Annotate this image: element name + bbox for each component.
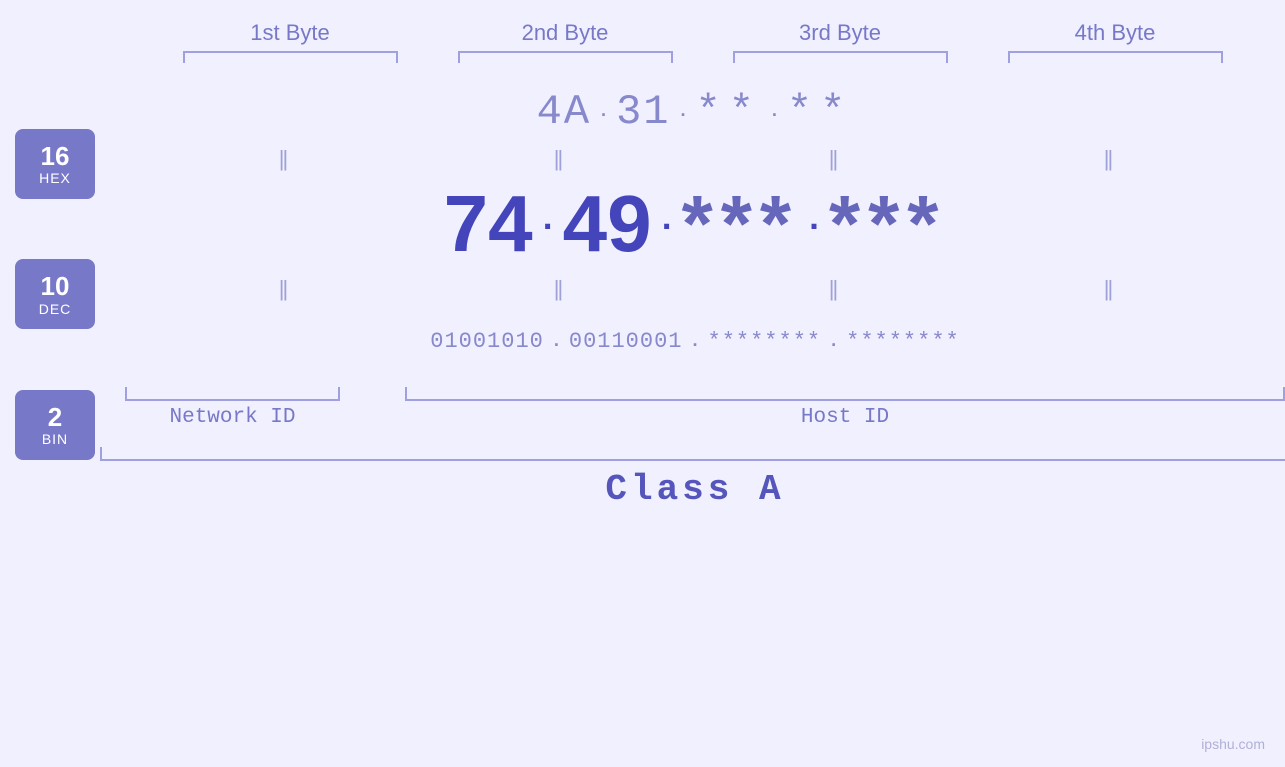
network-bracket-wrap bbox=[95, 387, 370, 401]
bin-val-3: ******** bbox=[708, 329, 822, 354]
equals-row-2: || || || || bbox=[95, 274, 1285, 304]
bracket-byte2 bbox=[428, 51, 703, 69]
eq2-cell-1: || bbox=[145, 276, 420, 302]
eq-cell-3: || bbox=[695, 146, 970, 172]
bin-badge: 2 BIN bbox=[15, 390, 95, 460]
hex-val-3: ** bbox=[696, 88, 762, 136]
class-bracket-line bbox=[100, 447, 1285, 461]
main-container: 1st Byte 2nd Byte 3rd Byte 4th Byte 16 H… bbox=[0, 0, 1285, 767]
id-bracket-container bbox=[95, 387, 1285, 401]
eq2-cell-3: || bbox=[695, 276, 970, 302]
dec-badge: 10 DEC bbox=[15, 259, 95, 329]
equals2-1: || bbox=[279, 276, 286, 302]
dec-row: 74 . 49 . *** . *** bbox=[95, 174, 1285, 274]
eq-cell-2: || bbox=[420, 146, 695, 172]
equals2-2: || bbox=[554, 276, 561, 302]
dec-val-3: *** bbox=[682, 178, 799, 270]
dec-val-4: *** bbox=[829, 178, 946, 270]
equals-1: || bbox=[279, 146, 286, 172]
eq2-cell-4: || bbox=[970, 276, 1245, 302]
bin-base-num: 2 bbox=[48, 403, 62, 432]
equals2-4: || bbox=[1104, 276, 1111, 302]
sep-dot-dec-1: . bbox=[533, 200, 563, 240]
byte4-header: 4th Byte bbox=[978, 20, 1253, 46]
bracket-byte1 bbox=[153, 51, 428, 69]
host-bracket-line bbox=[405, 387, 1285, 401]
sep-dot-bin-1: . bbox=[544, 332, 569, 352]
equals-4: || bbox=[1104, 146, 1111, 172]
hex-base-label: HEX bbox=[39, 170, 71, 186]
sep-dot-bin-2: . bbox=[683, 332, 708, 352]
equals-2: || bbox=[554, 146, 561, 172]
hex-base-num: 16 bbox=[41, 142, 70, 171]
byte1-header: 1st Byte bbox=[153, 20, 428, 46]
dec-base-label: DEC bbox=[39, 301, 72, 317]
id-labels-row: Network ID Host ID bbox=[95, 406, 1285, 429]
hex-val-4: ** bbox=[787, 88, 853, 136]
bin-base-label: BIN bbox=[42, 431, 68, 447]
equals-row-1: || || || || bbox=[95, 144, 1285, 174]
hex-row: 4A . 31 . ** . ** bbox=[95, 79, 1285, 144]
bin-val-1: 01001010 bbox=[430, 329, 544, 354]
equals-3: || bbox=[829, 146, 836, 172]
bin-row: 01001010 . 00110001 . ******** . *******… bbox=[95, 304, 1285, 379]
main-data-area: 16 HEX 10 DEC 2 BIN 4A . 31 . ** bbox=[0, 79, 1285, 510]
base-labels-column: 16 HEX 10 DEC 2 BIN bbox=[0, 79, 95, 510]
class-bracket-container bbox=[95, 447, 1285, 461]
sep-dot-hex-1: . bbox=[591, 102, 616, 122]
top-bracket-row bbox=[60, 51, 1285, 69]
bracket-line-4 bbox=[1008, 51, 1223, 63]
eq-cell-4: || bbox=[970, 146, 1245, 172]
class-label: Class A bbox=[605, 469, 784, 510]
dec-val-1: 74 bbox=[444, 178, 533, 270]
sep-dot-dec-3: . bbox=[799, 200, 829, 240]
bin-val-4: ******** bbox=[846, 329, 960, 354]
class-bracket-wrap bbox=[95, 447, 1285, 461]
byte3-header: 3rd Byte bbox=[703, 20, 978, 46]
dec-val-2: 49 bbox=[563, 178, 652, 270]
network-bracket-line bbox=[125, 387, 340, 401]
bin-val-2: 00110001 bbox=[569, 329, 683, 354]
sep-dot-hex-3: . bbox=[762, 102, 787, 122]
watermark: ipshu.com bbox=[1201, 736, 1265, 752]
dec-base-num: 10 bbox=[41, 272, 70, 301]
hex-val-1: 4A bbox=[537, 88, 591, 136]
network-id-label: Network ID bbox=[95, 406, 370, 429]
equals2-3: || bbox=[829, 276, 836, 302]
byte-headers-row: 1st Byte 2nd Byte 3rd Byte 4th Byte bbox=[60, 0, 1285, 46]
class-label-row: Class A bbox=[605, 469, 784, 510]
data-columns: 4A . 31 . ** . ** || || || bbox=[95, 79, 1285, 510]
bracket-line-1 bbox=[183, 51, 398, 63]
sep-dot-hex-2: . bbox=[671, 102, 696, 122]
label-gap bbox=[370, 406, 395, 429]
eq-cell-1: || bbox=[145, 146, 420, 172]
sep-dot-dec-2: . bbox=[652, 200, 682, 240]
host-bracket-wrap bbox=[395, 387, 1285, 401]
bracket-byte3 bbox=[703, 51, 978, 69]
host-id-label: Host ID bbox=[395, 406, 1285, 429]
byte2-header: 2nd Byte bbox=[428, 20, 703, 46]
bracket-line-2 bbox=[458, 51, 673, 63]
bracket-gap-1 bbox=[370, 387, 395, 401]
hex-val-2: 31 bbox=[616, 88, 670, 136]
sep-dot-bin-3: . bbox=[821, 332, 846, 352]
eq2-cell-2: || bbox=[420, 276, 695, 302]
hex-badge: 16 HEX bbox=[15, 129, 95, 199]
bracket-byte4 bbox=[978, 51, 1253, 69]
bracket-line-3 bbox=[733, 51, 948, 63]
